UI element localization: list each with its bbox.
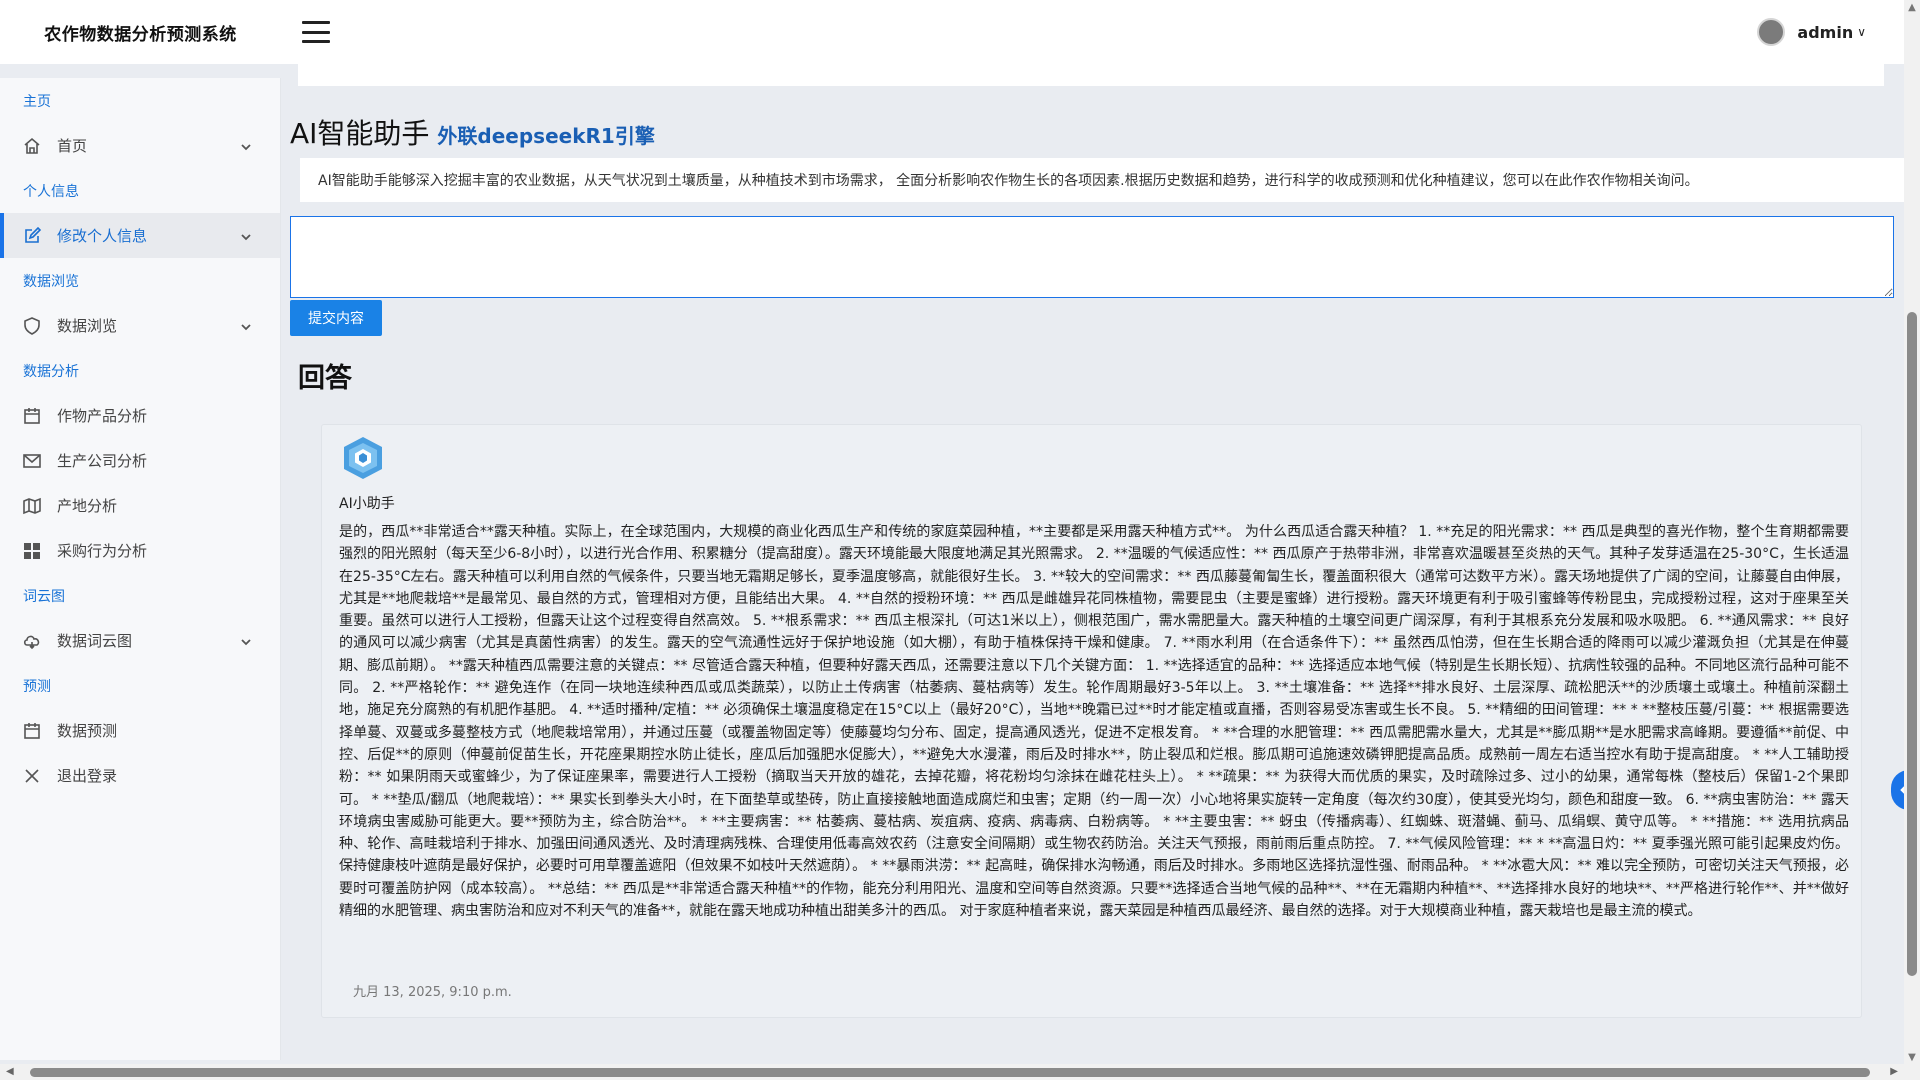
scroll-left-icon[interactable]: ◀ [6, 1067, 14, 1077]
app-title: 农作物数据分析预测系统 [44, 24, 237, 45]
sidebar-section-home: 主页 [23, 93, 51, 110]
sidebar-item-label: 退出登录 [57, 767, 118, 785]
menu-toggle-icon[interactable] [302, 21, 330, 43]
sidebar-item-label: 产地分析 [57, 497, 118, 515]
sidebar-section-profile: 个人信息 [23, 183, 79, 200]
sidebar-item-label: 作物产品分析 [57, 407, 148, 425]
vertical-scroll-thumb[interactable] [1907, 312, 1917, 976]
grid-icon [22, 541, 42, 561]
avatar[interactable] [1757, 18, 1786, 46]
close-icon [22, 766, 42, 786]
top-header: 农作物数据分析预测系统 admin ∨ [0, 0, 1904, 64]
sidebar-section-browse: 数据浏览 [23, 273, 79, 290]
bot-name: AI小助手 [339, 496, 395, 512]
horizontal-scrollbar[interactable]: ◀ ▶ [0, 1064, 1920, 1080]
sidebar-item-logout[interactable]: 退出登录 [0, 753, 280, 798]
scroll-right-icon[interactable]: ▶ [1890, 1067, 1898, 1077]
calendar-icon [22, 406, 42, 426]
answer-text: 是的，西瓜**非常适合**露天种植。实际上，在全球范围内，大规模的商业化西瓜生产… [339, 524, 1849, 920]
answer-title: 回答 [298, 363, 352, 394]
sidebar-item-data-browse[interactable]: 数据浏览 [0, 303, 280, 348]
question-input[interactable] [290, 216, 1894, 298]
mail-icon [22, 451, 42, 471]
sidebar-item-company-analysis[interactable]: 生产公司分析 [0, 438, 280, 483]
cloud-icon [22, 631, 42, 651]
subheading: 外联deepseekR1引擎 [437, 124, 655, 148]
sidebar-item-purchase-analysis[interactable]: 采购行为分析 [0, 528, 280, 573]
sidebar-item-label: 修改个人信息 [57, 227, 148, 245]
map-icon [22, 496, 42, 516]
home-icon [22, 136, 42, 156]
scroll-down-icon[interactable]: ▼ [1907, 1053, 1917, 1063]
chevron-down-icon[interactable] [240, 319, 252, 331]
sidebar: 主页 首页 个人信息 修改个人信息 数据浏览 数据浏览 数据分析 作物产品分析 … [0, 78, 281, 1060]
sidebar-item-label: 采购行为分析 [57, 542, 148, 560]
username[interactable]: admin [1797, 23, 1853, 42]
sidebar-section-predict: 预测 [23, 678, 51, 695]
top-panel [298, 64, 1884, 86]
chevron-down-icon[interactable] [240, 634, 252, 646]
sidebar-item-label: 生产公司分析 [57, 452, 148, 470]
sidebar-item-data-predict[interactable]: 数据预测 [0, 708, 280, 753]
scroll-up-icon[interactable]: ▲ [1907, 3, 1917, 13]
chevron-down-icon[interactable] [240, 229, 252, 241]
heading: AI智能助手 [290, 117, 430, 150]
sidebar-section-analysis: 数据分析 [23, 363, 79, 380]
bot-logo-icon [344, 437, 382, 479]
sidebar-item-wordcloud[interactable]: 数据词云图 [0, 618, 280, 663]
main-content: AI智能助手 外联deepseekR1引擎 AI智能助手能够深入挖掘丰富的农业数… [282, 64, 1904, 1066]
sidebar-item-label: 数据词云图 [57, 632, 133, 650]
submit-button[interactable]: 提交内容 [290, 300, 382, 336]
sidebar-item-origin-analysis[interactable]: 产地分析 [0, 483, 280, 528]
sidebar-item-crop-analysis[interactable]: 作物产品分析 [0, 393, 280, 438]
answer-card: AI小助手 是的，西瓜**非常适合**露天种植。实际上，在全球范围内，大规模的商… [321, 424, 1862, 1018]
sidebar-item-edit-profile[interactable]: 修改个人信息 [0, 213, 280, 258]
chevron-down-icon[interactable] [240, 139, 252, 151]
page-title: AI智能助手 外联deepseekR1引擎 [290, 112, 655, 152]
user-menu[interactable]: admin ∨ [1757, 14, 1866, 50]
vertical-scrollbar[interactable]: ▲ ▼ [1904, 0, 1920, 1066]
shield-icon [22, 316, 42, 336]
horizontal-scroll-thumb[interactable] [30, 1068, 1870, 1077]
chevron-down-icon[interactable]: ∨ [1857, 25, 1866, 39]
edit-icon [22, 226, 42, 246]
sidebar-section-wordcloud: 词云图 [23, 588, 65, 605]
sidebar-item-home[interactable]: 首页 [0, 123, 280, 168]
description: AI智能助手能够深入挖掘丰富的农业数据，从天气状况到土壤质量，从种植技术到市场需… [300, 158, 1904, 202]
sidebar-item-label: 首页 [57, 137, 88, 155]
sidebar-item-label: 数据预测 [57, 722, 118, 740]
calendar-icon [22, 721, 42, 741]
sidebar-item-label: 数据浏览 [57, 317, 118, 335]
timestamp: 九月 13, 2025, 9:10 p.m. [353, 985, 512, 1000]
